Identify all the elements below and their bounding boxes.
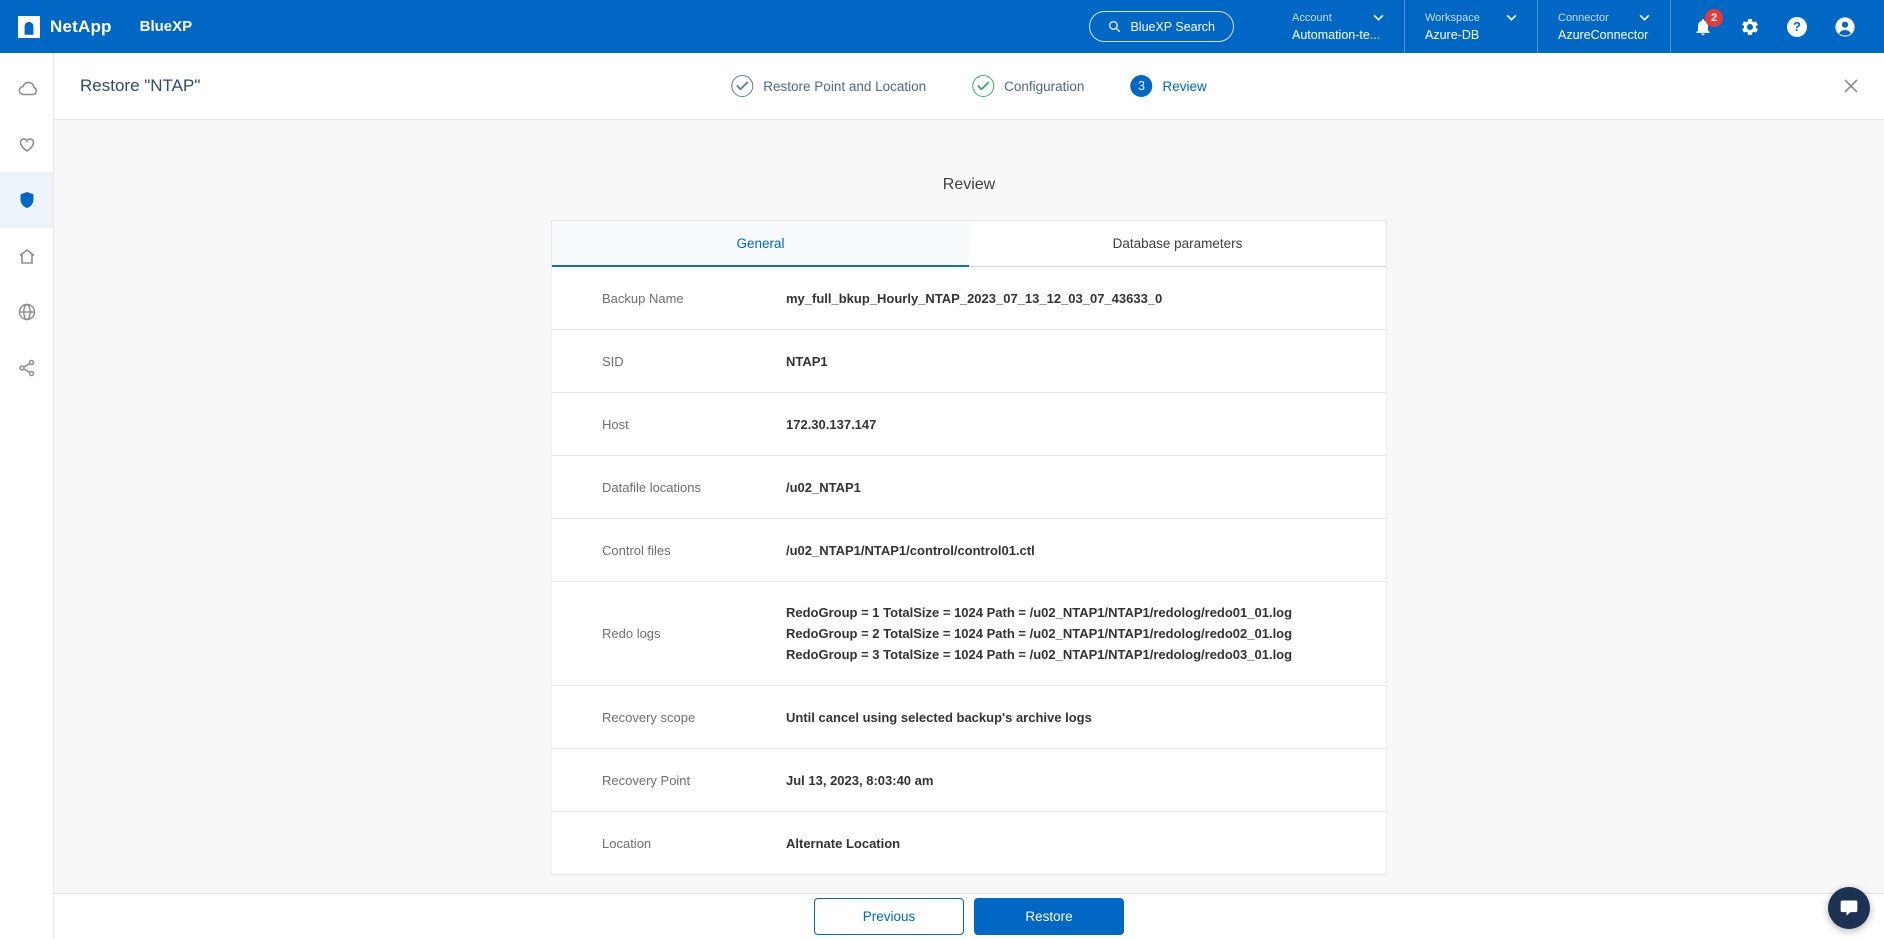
row-value: RedoGroup = 1 TotalSize = 1024 Path = /u… [786, 602, 1312, 665]
previous-button[interactable]: Previous [814, 898, 964, 935]
row-value: /u02_NTAP1/NTAP1/control/control01.ctl [786, 540, 1055, 561]
product-name: BlueXP [140, 18, 193, 35]
review-row-sid: SID NTAP1 [551, 330, 1387, 393]
notifications-button[interactable]: 2 [1693, 17, 1713, 37]
review-row-host: Host 172.30.137.147 [551, 393, 1387, 456]
page-title: Restore "NTAP" [54, 76, 200, 96]
shield-icon [17, 190, 37, 210]
review-card: General Database parameters Backup Name … [551, 220, 1387, 875]
review-row-recovery-scope: Recovery scope Until cancel using select… [551, 686, 1387, 749]
row-label: Control files [602, 543, 786, 558]
globe-icon [17, 302, 37, 322]
step-review[interactable]: 3 Review [1130, 75, 1206, 97]
search-label: BlueXP Search [1130, 20, 1215, 34]
close-icon [1844, 79, 1858, 93]
step-check-icon [731, 75, 753, 97]
brand-name: NetApp [50, 17, 112, 37]
help-icon: ? [1787, 17, 1807, 37]
workspace-label: Workspace [1425, 12, 1480, 24]
health-heart-icon [17, 134, 37, 154]
search-icon [1108, 20, 1121, 33]
row-value: Jul 13, 2023, 8:03:40 am [786, 770, 953, 791]
row-label: Recovery Point [602, 773, 786, 788]
settings-button[interactable] [1740, 17, 1760, 37]
connector-menu[interactable]: Connector AzureConnector [1538, 0, 1670, 53]
context-switchers: Account Automation-te... Workspace Azure… [1272, 0, 1671, 53]
row-label: Location [602, 836, 786, 851]
row-value: my_full_bkup_Hourly_NTAP_2023_07_13_12_0… [786, 288, 1182, 309]
home-icon [17, 246, 37, 266]
row-value: NTAP1 [786, 351, 848, 372]
review-row-redo-logs: Redo logs RedoGroup = 1 TotalSize = 1024… [551, 582, 1387, 686]
account-menu[interactable]: Account Automation-te... [1272, 0, 1404, 53]
sidebar-item-mobility[interactable] [0, 228, 53, 284]
step-label: Configuration [1004, 79, 1084, 94]
header-actions: 2 ? [1671, 16, 1884, 38]
step-number: 3 [1130, 75, 1152, 97]
row-value: /u02_NTAP1 [786, 477, 881, 498]
review-row-location: Location Alternate Location [551, 812, 1387, 875]
review-row-control-files: Control files /u02_NTAP1/NTAP1/control/c… [551, 519, 1387, 582]
review-heading: Review [54, 120, 1884, 194]
review-page: Review General Database parameters Backu… [54, 120, 1884, 893]
row-label: SID [602, 354, 786, 369]
bluexp-search[interactable]: BlueXP Search [1089, 11, 1234, 42]
workspace-menu[interactable]: Workspace Azure-DB [1405, 0, 1537, 53]
user-menu-button[interactable] [1834, 16, 1856, 38]
account-value: Automation-te... [1292, 28, 1384, 42]
top-header: NetApp BlueXP BlueXP Search Account Auto… [0, 0, 1884, 53]
row-label: Redo logs [602, 626, 786, 641]
chat-icon [1839, 898, 1859, 918]
connector-value: AzureConnector [1558, 28, 1650, 42]
tab-database-parameters[interactable]: Database parameters [969, 221, 1386, 267]
sidebar-item-health[interactable] [0, 116, 53, 172]
step-label: Review [1162, 79, 1206, 94]
restore-button[interactable]: Restore [974, 898, 1124, 935]
row-value: Alternate Location [786, 833, 920, 854]
redo-log-line: RedoGroup = 1 TotalSize = 1024 Path = /u… [786, 602, 1292, 623]
redo-log-line: RedoGroup = 3 TotalSize = 1024 Path = /u… [786, 644, 1292, 665]
account-label: Account [1292, 12, 1332, 24]
cloud-icon [17, 78, 37, 98]
sidebar-item-extensions[interactable] [0, 340, 53, 396]
notification-badge: 2 [1705, 9, 1723, 27]
redo-log-line: RedoGroup = 2 TotalSize = 1024 Path = /u… [786, 623, 1292, 644]
step-check-icon [972, 75, 994, 97]
wizard-footer: Previous Restore [54, 893, 1884, 939]
sidebar-item-storage[interactable] [0, 60, 53, 116]
netapp-brand: NetApp [0, 16, 112, 38]
netapp-logo-icon [18, 16, 40, 38]
share-nodes-icon [17, 358, 37, 378]
row-label: Backup Name [602, 291, 786, 306]
gear-icon [1740, 17, 1760, 37]
help-button[interactable]: ? [1787, 17, 1807, 37]
review-row-datafile-locations: Datafile locations /u02_NTAP1 [551, 456, 1387, 519]
step-configuration[interactable]: Configuration [972, 75, 1084, 97]
chevron-down-icon [1506, 14, 1517, 21]
step-restore-point-and-location[interactable]: Restore Point and Location [731, 75, 926, 97]
row-label: Recovery scope [602, 710, 786, 725]
sidebar-item-protection[interactable] [0, 172, 53, 228]
workspace-value: Azure-DB [1425, 28, 1517, 42]
row-label: Datafile locations [602, 480, 786, 495]
step-label: Restore Point and Location [763, 79, 926, 94]
row-label: Host [602, 417, 786, 432]
tab-general[interactable]: General [552, 221, 969, 267]
review-row-recovery-point: Recovery Point Jul 13, 2023, 8:03:40 am [551, 749, 1387, 812]
row-value: Until cancel using selected backup's arc… [786, 707, 1112, 728]
user-icon [1834, 16, 1856, 38]
review-tabs: General Database parameters [551, 220, 1387, 267]
close-button[interactable] [1844, 79, 1858, 93]
chevron-down-icon [1639, 14, 1650, 21]
chevron-down-icon [1373, 14, 1384, 21]
wizard-steps: Restore Point and Location Configuration… [731, 75, 1206, 97]
sidebar-item-governance[interactable] [0, 284, 53, 340]
connector-label: Connector [1558, 12, 1609, 24]
left-sidebar [0, 53, 54, 939]
review-row-backup-name: Backup Name my_full_bkup_Hourly_NTAP_202… [551, 267, 1387, 330]
row-value: 172.30.137.147 [786, 414, 896, 435]
chat-launcher-button[interactable] [1828, 887, 1870, 929]
wizard-header: Restore "NTAP" Restore Point and Locatio… [54, 53, 1884, 120]
